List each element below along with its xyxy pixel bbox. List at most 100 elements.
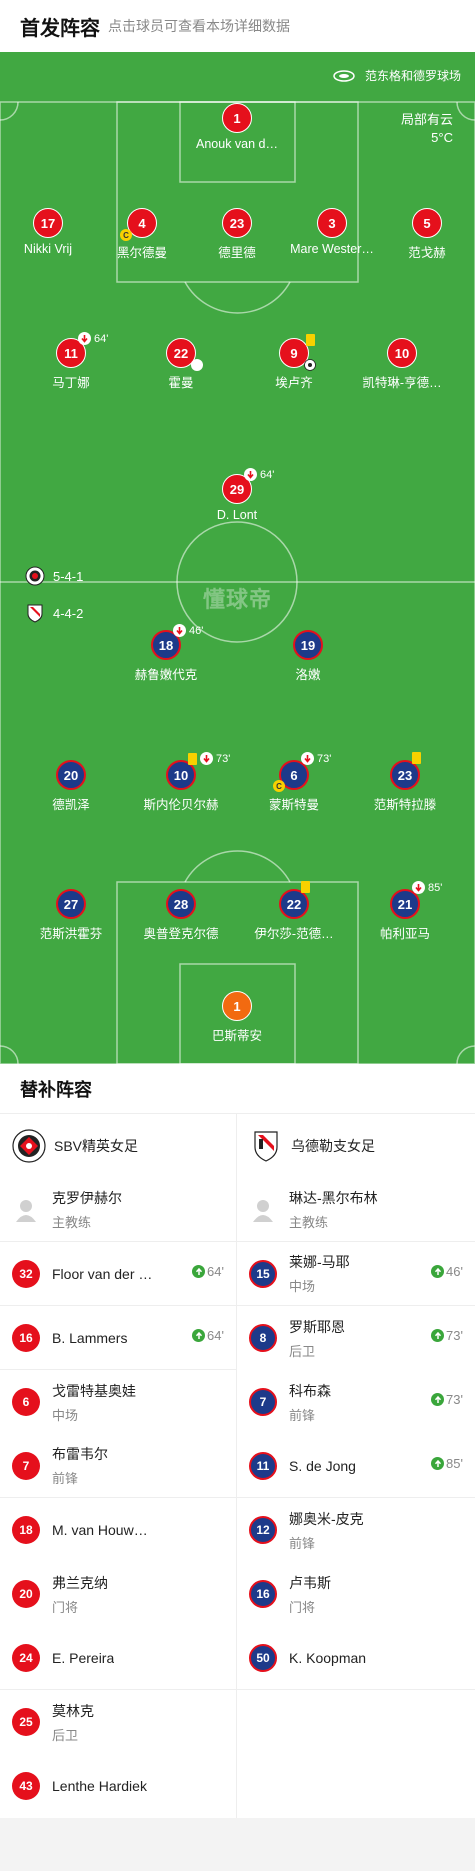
player-position: 门将 bbox=[289, 1599, 316, 1615]
coach-avatar-icon bbox=[249, 1196, 277, 1224]
substitution-event: 85' bbox=[412, 881, 442, 894]
sub-player-row[interactable]: 6 戈雷特基奥娃 中场 bbox=[0, 1370, 236, 1434]
sub-out-icon bbox=[200, 752, 213, 765]
stadium-icon bbox=[333, 69, 355, 82]
sub-out-icon bbox=[301, 752, 314, 765]
player-name: 马丁娜 bbox=[52, 376, 90, 390]
player-name: 黑尔德曼 bbox=[116, 246, 167, 260]
player-home-22[interactable]: 22 霍曼 bbox=[126, 338, 236, 391]
player-home-5[interactable]: 5 范戈赫 bbox=[372, 208, 475, 261]
sub-minute: 73' bbox=[317, 752, 332, 765]
sub-player-row[interactable]: 16 卢韦斯 门将 bbox=[237, 1562, 475, 1626]
player-number-disc: 10 bbox=[387, 338, 417, 368]
sub-player-row[interactable]: 7 布雷韦尔 前锋 bbox=[0, 1434, 236, 1498]
lineup-header: 首发阵容 点击球员可查看本场详细数据 bbox=[0, 0, 475, 52]
player-away-18[interactable]: 18 赫鲁嫩代克 46' bbox=[111, 624, 221, 683]
player-number-disc: 22 bbox=[279, 889, 309, 919]
sub-player-row[interactable]: 24 E. Pereira bbox=[0, 1626, 236, 1690]
player-away-1[interactable]: 1 巴斯蒂安 bbox=[182, 991, 292, 1044]
player-home-3[interactable]: 3 Mare Wester… bbox=[277, 208, 387, 256]
home-team-row: SBV精英女足 bbox=[0, 1114, 236, 1178]
player-away-28[interactable]: 28 奥普登克尔德 bbox=[126, 889, 236, 942]
sub-minute: 85' bbox=[428, 881, 443, 894]
card-event bbox=[301, 881, 313, 893]
sub-in-minute: 64' bbox=[207, 1264, 224, 1279]
player-home-11[interactable]: 11 马丁娜 64' bbox=[16, 332, 126, 391]
player-number-disc: 5 bbox=[412, 208, 442, 238]
sub-player-row[interactable]: 7 科布森 前锋 73' bbox=[237, 1370, 475, 1434]
page-title: 首发阵容 bbox=[20, 17, 100, 40]
player-events: 73' bbox=[188, 752, 230, 765]
player-away-6[interactable]: 6C 蒙斯特曼 73' bbox=[239, 752, 349, 813]
coach-role: 主教练 bbox=[289, 1215, 329, 1230]
player-name: E. Pereira bbox=[52, 1649, 115, 1666]
player-position: 中场 bbox=[289, 1279, 316, 1294]
player-name: 戈雷特基奥娃 bbox=[52, 1382, 136, 1399]
sub-player-row[interactable]: 12 娜奥米-皮克 前锋 bbox=[237, 1498, 475, 1562]
away-team-row: 乌德勒支女足 bbox=[237, 1114, 475, 1178]
sub-in-minute: 64' bbox=[207, 1328, 224, 1343]
sub-in-minute: 85' bbox=[446, 1456, 463, 1471]
player-name: S. de Jong bbox=[289, 1457, 356, 1474]
sub-out-icon bbox=[173, 624, 186, 637]
sub-player-row[interactable]: 16 B. Lammers 64' bbox=[0, 1306, 236, 1370]
sub-player-row[interactable]: 18 M. van Houw… bbox=[0, 1498, 236, 1562]
player-name: 帕利亚马 bbox=[379, 927, 430, 941]
sub-player-row[interactable]: 32 Floor van der … 64' bbox=[0, 1242, 236, 1306]
player-name: B. Lammers bbox=[52, 1329, 128, 1346]
sub-in-minute: 46' bbox=[446, 1264, 463, 1279]
player-number-disc: 8 bbox=[249, 1324, 277, 1352]
player-name: Lenthe Hardiek bbox=[52, 1778, 147, 1794]
player-home-9[interactable]: 9 埃卢齐 bbox=[239, 334, 349, 391]
sub-minute: 46' bbox=[189, 624, 204, 637]
player-name: Nikki Vrij bbox=[23, 242, 73, 256]
player-name: M. van Houw… bbox=[52, 1522, 148, 1538]
player-home-29[interactable]: 29 D. Lont 64' bbox=[182, 468, 292, 522]
player-home-23[interactable]: 23 德里德 bbox=[182, 208, 292, 261]
home-coach-row[interactable]: 克罗伊赫尔 主教练 bbox=[0, 1178, 236, 1242]
player-home-1[interactable]: 1 Anouk van d… bbox=[182, 103, 292, 151]
away-team-crest-icon bbox=[254, 1131, 278, 1162]
venue: 范东格和德罗球场 bbox=[333, 67, 461, 84]
away-team-name: 乌德勒支女足 bbox=[291, 1138, 375, 1154]
player-away-27[interactable]: 27 范斯洪霍芬 bbox=[16, 889, 126, 942]
coach-role: 主教练 bbox=[52, 1215, 92, 1230]
player-name: Anouk van d… bbox=[196, 137, 278, 151]
home-team-name: SBV精英女足 bbox=[54, 1138, 139, 1154]
sub-player-row[interactable]: 20 弗兰克纳 门将 bbox=[0, 1562, 236, 1626]
player-name: 莱娜-马耶 bbox=[289, 1254, 350, 1270]
player-away-21[interactable]: 21 帕利亚马 85' bbox=[350, 881, 460, 942]
player-number-disc: 23 bbox=[390, 760, 420, 790]
sub-player-row[interactable]: 11 S. de Jong 85' bbox=[237, 1434, 475, 1498]
player-number-disc: 24 bbox=[12, 1643, 40, 1672]
player-home-4[interactable]: 4C 黑尔德曼 bbox=[87, 208, 197, 261]
home-formation: 5-4-1 bbox=[25, 566, 83, 586]
player-number-disc: 12 bbox=[249, 1516, 277, 1544]
sub-player-row[interactable]: 50 K. Koopman bbox=[237, 1626, 475, 1690]
player-number-disc: 3 bbox=[317, 208, 347, 238]
sub-player-row[interactable]: 25 莫林克 后卫 bbox=[0, 1690, 236, 1754]
home-formation-label: 5-4-1 bbox=[53, 568, 84, 584]
sub-player-row[interactable]: 8 罗斯耶恩 后卫 73' bbox=[237, 1306, 475, 1370]
player-name: 罗斯耶恩 bbox=[289, 1318, 345, 1335]
player-number-disc: 9 bbox=[279, 338, 316, 371]
player-number-disc: 27 bbox=[56, 889, 86, 919]
away-coach-row[interactable]: 琳达-黑尔布林 主教练 bbox=[237, 1178, 475, 1242]
player-number-disc: 18 bbox=[12, 1516, 40, 1544]
player-away-19[interactable]: 19 洛嫩 bbox=[253, 630, 363, 683]
player-away-10[interactable]: 10 斯内伦贝尔赫 73' bbox=[126, 752, 236, 813]
sub-player-row[interactable]: 43 Lenthe Hardiek bbox=[0, 1754, 236, 1818]
player-number-disc: 43 bbox=[12, 1772, 40, 1800]
player-away-23[interactable]: 23 范斯特拉滕 bbox=[350, 752, 460, 813]
player-name: 莫林克 bbox=[52, 1702, 94, 1719]
sub-player-row[interactable]: 15 莱娜-马耶 中场 46' bbox=[237, 1242, 475, 1306]
player-away-20[interactable]: 20 德凯泽 bbox=[16, 760, 126, 813]
sub-in-event: 64' bbox=[192, 1328, 224, 1343]
page-subtitle: 点击球员可查看本场详细数据 bbox=[108, 18, 290, 34]
player-number-disc: 22 bbox=[166, 338, 203, 371]
sub-in-icon bbox=[431, 1265, 445, 1278]
player-home-10[interactable]: 10 凯特琳-亨德… bbox=[347, 338, 457, 391]
player-away-22[interactable]: 22 伊尔莎-范德… bbox=[239, 881, 349, 942]
player-name: 范斯洪霍芬 bbox=[39, 927, 103, 941]
player-name: 德凯泽 bbox=[52, 798, 90, 812]
